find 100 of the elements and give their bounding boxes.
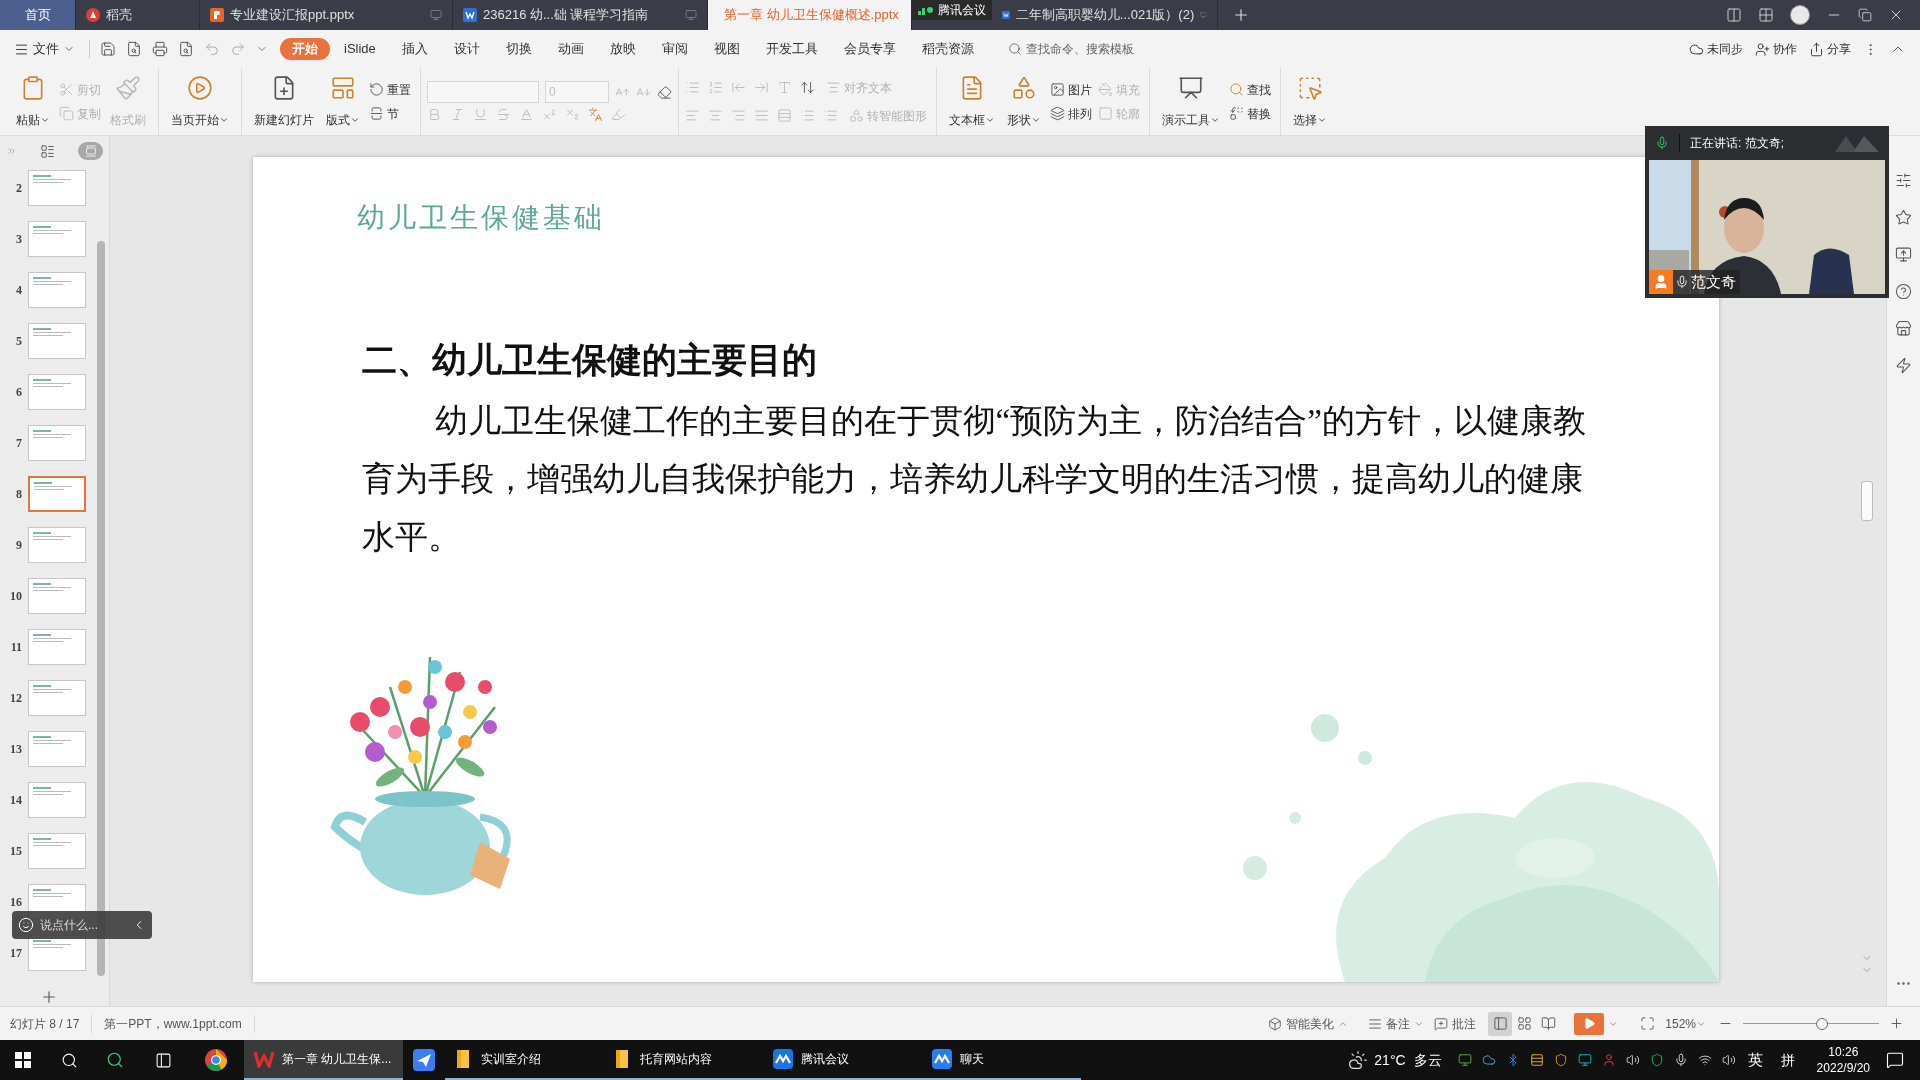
shape-button[interactable]: 形状 bbox=[1001, 72, 1047, 131]
settings-icon[interactable] bbox=[1895, 172, 1912, 189]
search-icon[interactable] bbox=[60, 1051, 78, 1069]
zoom-slider-thumb[interactable] bbox=[1815, 1017, 1828, 1030]
strikethrough-icon[interactable] bbox=[496, 107, 511, 122]
phonetic-icon[interactable] bbox=[588, 107, 603, 122]
chat-field[interactable]: 说点什么... bbox=[40, 916, 120, 934]
align-left-icon[interactable] bbox=[685, 108, 700, 123]
shield-icon[interactable] bbox=[1553, 1053, 1568, 1067]
reset-button[interactable]: 重置 bbox=[366, 77, 414, 102]
assistant-icon[interactable] bbox=[106, 1051, 124, 1069]
print-preview-icon[interactable] bbox=[178, 41, 194, 57]
apps-grid-icon[interactable] bbox=[1758, 7, 1774, 23]
distribute-icon[interactable] bbox=[777, 108, 792, 123]
slide-thumbnail[interactable] bbox=[28, 731, 86, 767]
help-icon[interactable] bbox=[1895, 283, 1912, 300]
taskbar-app[interactable]: 第一章 幼儿卫生保... bbox=[244, 1040, 403, 1080]
scrollbar-thumb[interactable] bbox=[1861, 481, 1873, 521]
print-icon[interactable] bbox=[152, 41, 168, 57]
layout-button[interactable]: 版式 bbox=[320, 72, 366, 131]
zoom-in-icon[interactable] bbox=[1889, 1016, 1904, 1031]
new-slide-button[interactable]: 新建幻灯片 bbox=[248, 72, 320, 131]
export-icon[interactable] bbox=[126, 41, 142, 57]
browser-icon[interactable] bbox=[205, 1049, 227, 1071]
ribbon-tab[interactable]: 插入 bbox=[389, 38, 440, 60]
slide-thumbnail[interactable] bbox=[28, 476, 86, 512]
emoji-icon[interactable] bbox=[18, 917, 34, 933]
slide-thumbnail[interactable] bbox=[28, 782, 86, 818]
document-tab[interactable]: 首页 bbox=[0, 0, 76, 30]
align-center-icon[interactable] bbox=[708, 108, 723, 123]
security-icon[interactable] bbox=[1649, 1053, 1664, 1067]
task-view-icon[interactable] bbox=[154, 1051, 172, 1069]
font-color-icon[interactable] bbox=[519, 107, 534, 122]
section-button[interactable]: 节 bbox=[366, 101, 414, 126]
select-button[interactable]: 选择 bbox=[1287, 72, 1333, 131]
slide-thumbnail[interactable] bbox=[28, 833, 86, 869]
taskbar-app[interactable]: 腾讯会议 bbox=[763, 1040, 922, 1080]
slide-thumbnail[interactable] bbox=[28, 680, 86, 716]
ribbon-tab[interactable]: 开发工具 bbox=[753, 38, 830, 60]
collaborate-button[interactable]: 协作 bbox=[1755, 40, 1797, 58]
fit-window-icon[interactable] bbox=[1640, 1016, 1656, 1031]
ribbon-tab[interactable]: 审阅 bbox=[649, 38, 700, 60]
display-icon[interactable] bbox=[1577, 1053, 1592, 1067]
wifi-icon[interactable] bbox=[1697, 1053, 1712, 1067]
decrease-indent-icon[interactable] bbox=[731, 80, 746, 95]
ribbon-tab[interactable]: 会员专享 bbox=[831, 38, 908, 60]
italic-icon[interactable] bbox=[450, 107, 465, 122]
ribbon-tab[interactable]: 视图 bbox=[701, 38, 752, 60]
increase-indent-icon[interactable] bbox=[754, 80, 769, 95]
slideshow-button[interactable] bbox=[1574, 1012, 1605, 1035]
justify-icon[interactable] bbox=[754, 108, 769, 123]
slide-thumbnail[interactable] bbox=[28, 170, 86, 206]
slide-thumbnail[interactable] bbox=[28, 527, 86, 563]
undo-icon[interactable] bbox=[204, 41, 220, 57]
user-avatar[interactable] bbox=[1790, 5, 1810, 25]
clear-format-icon[interactable] bbox=[657, 84, 672, 100]
ribbon-tab[interactable]: 放映 bbox=[597, 38, 648, 60]
ime-language[interactable]: 英 bbox=[1747, 1048, 1763, 1072]
line-spacing-icon[interactable] bbox=[800, 108, 815, 123]
ribbon-tab[interactable]: 动画 bbox=[545, 38, 596, 60]
notes-button[interactable]: 备注 bbox=[1358, 1014, 1435, 1033]
file-menu[interactable]: 文件 bbox=[14, 39, 85, 59]
slide-thumbnail[interactable] bbox=[28, 221, 86, 257]
bold-icon[interactable] bbox=[427, 107, 442, 122]
bird-app-icon[interactable] bbox=[413, 1049, 435, 1071]
highlight-icon[interactable] bbox=[611, 107, 626, 122]
taskbar-app[interactable]: 托育网站内容 bbox=[604, 1040, 763, 1080]
ime-mode[interactable]: 拼 bbox=[1780, 1049, 1795, 1071]
save-icon[interactable] bbox=[100, 41, 116, 57]
text-box-button[interactable]: 文本框 bbox=[943, 72, 1001, 131]
command-search-field[interactable]: 查找命令、搜索模板 bbox=[1001, 37, 1152, 61]
slide-thumbnail[interactable] bbox=[28, 323, 86, 359]
font-name-field[interactable] bbox=[427, 81, 539, 103]
scrollbar-thumb[interactable] bbox=[97, 241, 105, 976]
store-icon[interactable] bbox=[1895, 320, 1912, 337]
volume-icon[interactable] bbox=[1721, 1053, 1736, 1067]
paste-button[interactable]: 粘贴 bbox=[10, 72, 56, 131]
slide-thumbnail[interactable] bbox=[28, 374, 86, 410]
restore-icon[interactable] bbox=[1858, 8, 1872, 22]
ribbon-tab[interactable]: 设计 bbox=[441, 38, 492, 60]
taskbar-app[interactable]: 聊天 bbox=[922, 1040, 1081, 1080]
replace-button[interactable]: 替换 bbox=[1226, 101, 1274, 126]
find-button[interactable]: 查找 bbox=[1226, 77, 1274, 102]
view-mode-button[interactable] bbox=[1488, 1011, 1513, 1036]
zoom-slider[interactable] bbox=[1743, 1016, 1879, 1031]
screen-icon[interactable] bbox=[1895, 246, 1912, 263]
play-from-current-button[interactable]: 当页开始 bbox=[165, 72, 235, 131]
clock-time[interactable]: 10:26 bbox=[1828, 1044, 1859, 1060]
gpu-icon[interactable] bbox=[1457, 1053, 1472, 1067]
smart-beautify-button[interactable]: 智能美化 bbox=[1268, 1014, 1359, 1033]
picture-button[interactable]: 图片 bbox=[1047, 77, 1095, 102]
paragraph-spacing-icon[interactable] bbox=[823, 108, 838, 123]
star-icon[interactable] bbox=[1895, 209, 1912, 226]
slide-thumbnail[interactable] bbox=[28, 629, 86, 665]
sync-button[interactable]: 未同步 bbox=[1689, 40, 1743, 58]
notifications-icon[interactable] bbox=[1886, 1051, 1904, 1069]
taskbar-app[interactable]: 实训室介绍 bbox=[445, 1040, 604, 1080]
bullets-icon[interactable] bbox=[685, 80, 700, 95]
comments-button[interactable]: 批注 bbox=[1434, 1014, 1489, 1033]
lightning-icon[interactable] bbox=[1895, 357, 1912, 374]
